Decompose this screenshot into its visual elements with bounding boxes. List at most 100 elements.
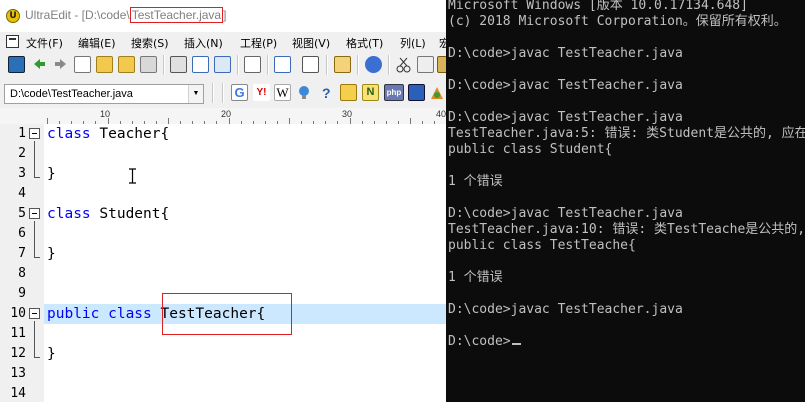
ruler-number: 10 — [100, 109, 111, 119]
console-line: D:\code>javac TestTeacher.java — [448, 46, 683, 62]
console-line: D:\code>javac TestTeacher.java — [448, 302, 683, 318]
console-text: D:\code> — [448, 334, 511, 349]
fold-collapse-icon[interactable] — [29, 208, 40, 219]
browser-view-icon[interactable] — [365, 56, 382, 73]
properties-icon[interactable] — [244, 56, 261, 73]
console-text: D:\code>javac TestTeacher.java — [448, 302, 683, 317]
line-number: 11 — [10, 326, 26, 341]
fold-guide — [34, 221, 35, 257]
print-preview-icon[interactable] — [192, 56, 209, 73]
spell-check-icon[interactable] — [214, 56, 231, 73]
cut-icon[interactable] — [395, 56, 412, 73]
line-number: 9 — [18, 286, 26, 301]
menu-file[interactable]: 文件(F) — [26, 35, 63, 51]
menu-edit[interactable]: 编辑(E) — [78, 35, 116, 51]
help-icon[interactable]: ? — [318, 84, 335, 101]
code-token: Teacher{ — [90, 126, 170, 142]
fold-guide-end — [34, 177, 40, 178]
database-icon[interactable] — [408, 84, 425, 101]
line-number: 8 — [18, 266, 26, 281]
code-line[interactable]: 4 — [0, 184, 446, 204]
ruler-number: 30 — [342, 109, 353, 119]
document-system-menu-icon[interactable] — [6, 35, 19, 48]
menu-macro[interactable]: 宏 — [439, 35, 446, 51]
menu-insert[interactable]: 插入(N) — [184, 35, 223, 51]
line-number: 6 — [18, 226, 26, 241]
hex-mode-icon[interactable] — [302, 56, 319, 73]
fold-collapse-icon[interactable] — [29, 308, 40, 319]
line-number: 3 — [18, 166, 26, 181]
command-prompt-window[interactable]: Microsoft Windows [版本 10.0.17134.648] (c)… — [446, 0, 805, 402]
toolbar-separator — [388, 55, 390, 75]
title-suffix: ] — [223, 8, 227, 22]
word-wrap-icon[interactable] — [274, 56, 291, 73]
code-line[interactable]: 3} — [0, 164, 446, 184]
php-icon[interactable]: php — [384, 84, 404, 101]
code-token: } — [47, 246, 56, 262]
google-search-icon[interactable]: G — [231, 84, 248, 101]
code-line[interactable]: 7} — [0, 244, 446, 264]
console-line: D:\code>javac TestTeacher.java — [448, 110, 683, 126]
code-text: } — [47, 164, 56, 184]
line-number: 12 — [10, 346, 26, 361]
fold-guide-end — [34, 357, 40, 358]
menu-view[interactable]: 视图(V) — [292, 35, 330, 51]
code-line[interactable]: 14 — [0, 384, 446, 402]
forward-arrow-icon[interactable] — [52, 56, 69, 73]
menu-project[interactable]: 工程(P) — [240, 35, 277, 51]
code-line[interactable]: 2 — [0, 144, 446, 164]
keyword: class — [47, 126, 91, 142]
menu-search[interactable]: 搜索(S) — [131, 35, 169, 51]
paste-icon[interactable] — [437, 56, 446, 73]
code-line[interactable]: 13 — [0, 364, 446, 384]
toolbar-separator — [357, 55, 359, 75]
console-line: D:\code>javac TestTeacher.java — [448, 206, 683, 222]
line-number: 13 — [10, 366, 26, 381]
bookmark-icon[interactable] — [334, 56, 351, 73]
code-line[interactable]: 6 — [0, 224, 446, 244]
snippets-icon[interactable] — [340, 84, 357, 101]
ultraedit-app-icon[interactable]: U — [6, 9, 20, 23]
code-line[interactable]: 1 class Teacher{ — [0, 124, 446, 144]
console-line: TestTeacher.java:5: 错误: 类Student是公共的, 应在… — [448, 126, 805, 142]
back-arrow-icon[interactable] — [31, 56, 48, 73]
console-text: public class Student{ — [448, 142, 613, 157]
print-icon[interactable] — [170, 56, 187, 73]
fold-guide-end — [34, 257, 40, 258]
file-path-combo[interactable]: D:\code\TestTeacher.java ▼ — [4, 84, 204, 104]
fold-collapse-icon[interactable] — [29, 128, 40, 139]
copy-icon[interactable] — [417, 56, 434, 73]
notes-icon[interactable]: N — [362, 84, 379, 101]
line-number: 1 — [18, 126, 26, 141]
line-number: 5 — [18, 206, 26, 221]
open-recent-folder-icon[interactable] — [118, 56, 135, 73]
ruler-number: 20 — [221, 109, 232, 119]
console-line: 1 个错误 — [448, 270, 503, 286]
console-line: public class Student{ — [448, 142, 612, 158]
wikipedia-icon[interactable]: W — [274, 84, 291, 101]
code-line[interactable]: 12} — [0, 344, 446, 364]
menu-column[interactable]: 列(L) — [400, 35, 426, 51]
save-icon[interactable] — [140, 56, 157, 73]
console-text: public class TestTeache{ — [448, 238, 636, 253]
code-text: } — [47, 244, 56, 264]
console-text: TestTeacher.java:10: 错误: 类TestTeache是公共的… — [448, 222, 805, 237]
code-token: } — [47, 346, 56, 362]
open-project-icon[interactable] — [8, 56, 25, 73]
code-token: } — [47, 166, 56, 182]
new-file-icon[interactable] — [74, 56, 91, 73]
open-folder-icon[interactable] — [96, 56, 113, 73]
code-line[interactable]: 5 class Student{ — [0, 204, 446, 224]
chevron-down-icon[interactable]: ▼ — [188, 85, 203, 103]
console-text: D:\code>javac TestTeacher.java — [448, 78, 683, 93]
console-text: D:\code>javac TestTeacher.java — [448, 206, 683, 221]
menu-format[interactable]: 格式(T) — [346, 35, 383, 51]
color-picker-icon[interactable] — [429, 84, 446, 101]
line-number: 10 — [10, 306, 26, 321]
yahoo-search-icon[interactable]: Y! — [253, 84, 270, 101]
console-text: TestTeacher.java:5: 错误: 类Student是公共的, 应在… — [448, 126, 805, 141]
console-text: 1 个错误 — [448, 270, 503, 285]
code-token: Student{ — [90, 206, 170, 222]
code-line[interactable]: 8 — [0, 264, 446, 284]
lightbulb-icon[interactable] — [296, 84, 313, 101]
